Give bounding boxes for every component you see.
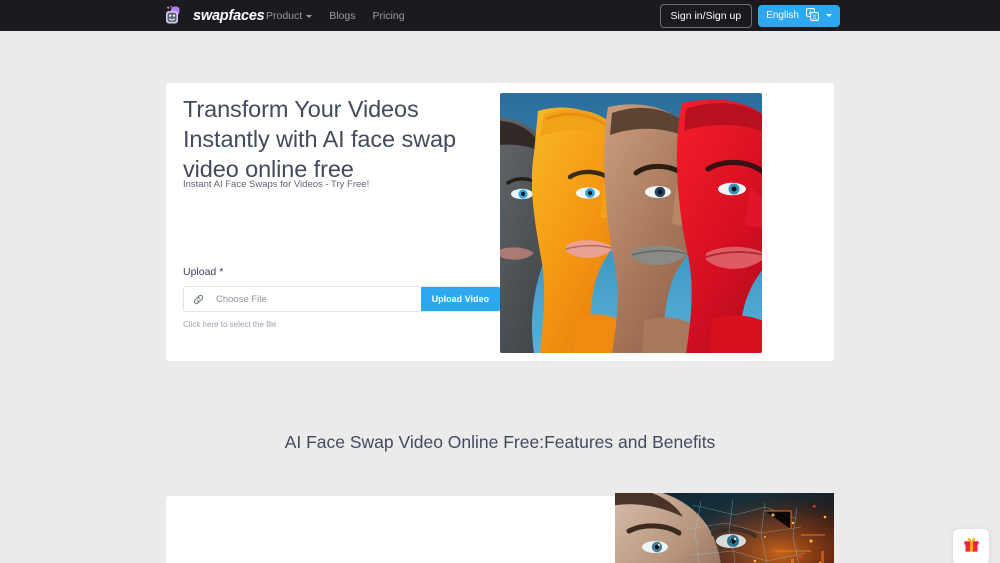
sign-in-sign-up-button[interactable]: Sign in/Sign up	[659, 3, 753, 28]
chevron-down-icon	[306, 14, 313, 18]
brand-logo-link[interactable]: swapfaces	[164, 0, 265, 31]
feature-image	[615, 493, 834, 563]
svg-text:文: 文	[812, 13, 817, 20]
upload-field-label: Upload *	[183, 266, 224, 278]
upload-help-text: Click here to select the file	[183, 320, 277, 329]
gift-floating-button[interactable]	[953, 529, 989, 563]
hero-subtitle: Instant AI Face Swaps for Videos - Try F…	[183, 179, 370, 190]
upload-field-group: Upload Video	[183, 286, 501, 312]
header-actions: Sign in/Sign up English A 文	[659, 3, 840, 28]
hero-card: Transform Your Videos Instantly with AI …	[166, 83, 834, 361]
nav-item-product[interactable]: Product	[266, 9, 313, 22]
swapfaces-logo-icon	[164, 5, 186, 27]
brand-name-text: swapfaces	[193, 7, 265, 24]
language-label: English	[766, 10, 799, 21]
nav-item-pricing[interactable]: Pricing	[372, 10, 404, 22]
top-navigation-bar: swapfaces Product Blogs Pricing Sign in/…	[0, 0, 1000, 31]
nav-item-blogs[interactable]: Blogs	[329, 10, 355, 22]
gift-icon	[963, 536, 980, 558]
translate-icon: A 文	[806, 7, 819, 24]
chevron-down-icon	[826, 14, 832, 17]
feature-card-fast-and-accurate: Fast and Accurate	[166, 493, 834, 563]
nav-item-product-label: Product	[266, 9, 303, 22]
page-title: Transform Your Videos Instantly with AI …	[183, 96, 456, 182]
upload-video-button[interactable]: Upload Video	[420, 287, 500, 311]
link-icon[interactable]	[184, 287, 212, 311]
choose-file-input[interactable]	[212, 287, 421, 311]
primary-nav: Product Blogs Pricing	[266, 0, 405, 31]
features-section-heading: AI Face Swap Video Online Free:Features …	[284, 432, 716, 452]
hero-image	[500, 93, 762, 353]
language-selector-button[interactable]: English A 文	[758, 4, 840, 27]
